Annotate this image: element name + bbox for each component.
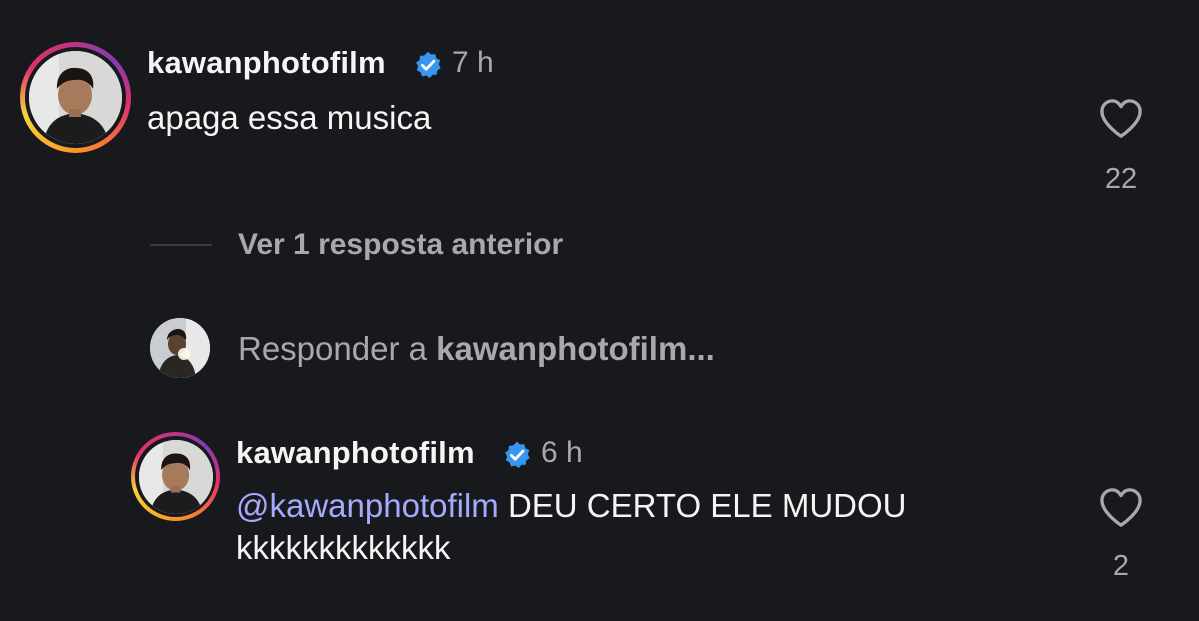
comment-timestamp: 6 h <box>541 436 583 469</box>
comment-text: apaga essa musica <box>147 99 432 136</box>
comment-text-line: kkkkkkkkkkkkk <box>236 529 451 566</box>
heart-icon[interactable] <box>1098 487 1144 529</box>
replies-divider-line <box>150 244 212 246</box>
story-ring-avatar[interactable] <box>131 432 220 521</box>
comment-username[interactable]: kawanphotofilm <box>147 45 386 81</box>
like-count: 22 <box>1104 163 1138 195</box>
comment-text-line: DEU CERTO ELE MUDOU <box>498 487 907 524</box>
verified-badge-icon <box>416 51 441 78</box>
avatar <box>29 51 122 144</box>
heart-icon[interactable] <box>1098 98 1144 140</box>
user-mention-link[interactable]: @kawanphotofilm <box>236 487 499 524</box>
comment-timestamp: 7 h <box>452 46 494 79</box>
reply-target-username: kawanphotofilm... <box>436 330 715 367</box>
current-user-avatar <box>150 318 210 378</box>
story-ring-avatar[interactable] <box>20 42 131 153</box>
comment-username[interactable]: kawanphotofilm <box>236 435 475 471</box>
comments-panel: kawanphotofilm 7 h apaga essa musica 22 … <box>0 0 1199 621</box>
like-count: 2 <box>1112 550 1130 582</box>
avatar <box>138 439 213 514</box>
comment-text: @kawanphotofilm DEU CERTO ELE MUDOU kkkk… <box>236 485 906 569</box>
reply-prompt-prefix: Responder a <box>238 330 437 367</box>
verified-badge-icon <box>505 441 530 468</box>
view-previous-replies-button[interactable]: Ver 1 resposta anterior <box>238 228 563 262</box>
reply-input[interactable]: Responder a kawanphotofilm... <box>238 330 715 368</box>
